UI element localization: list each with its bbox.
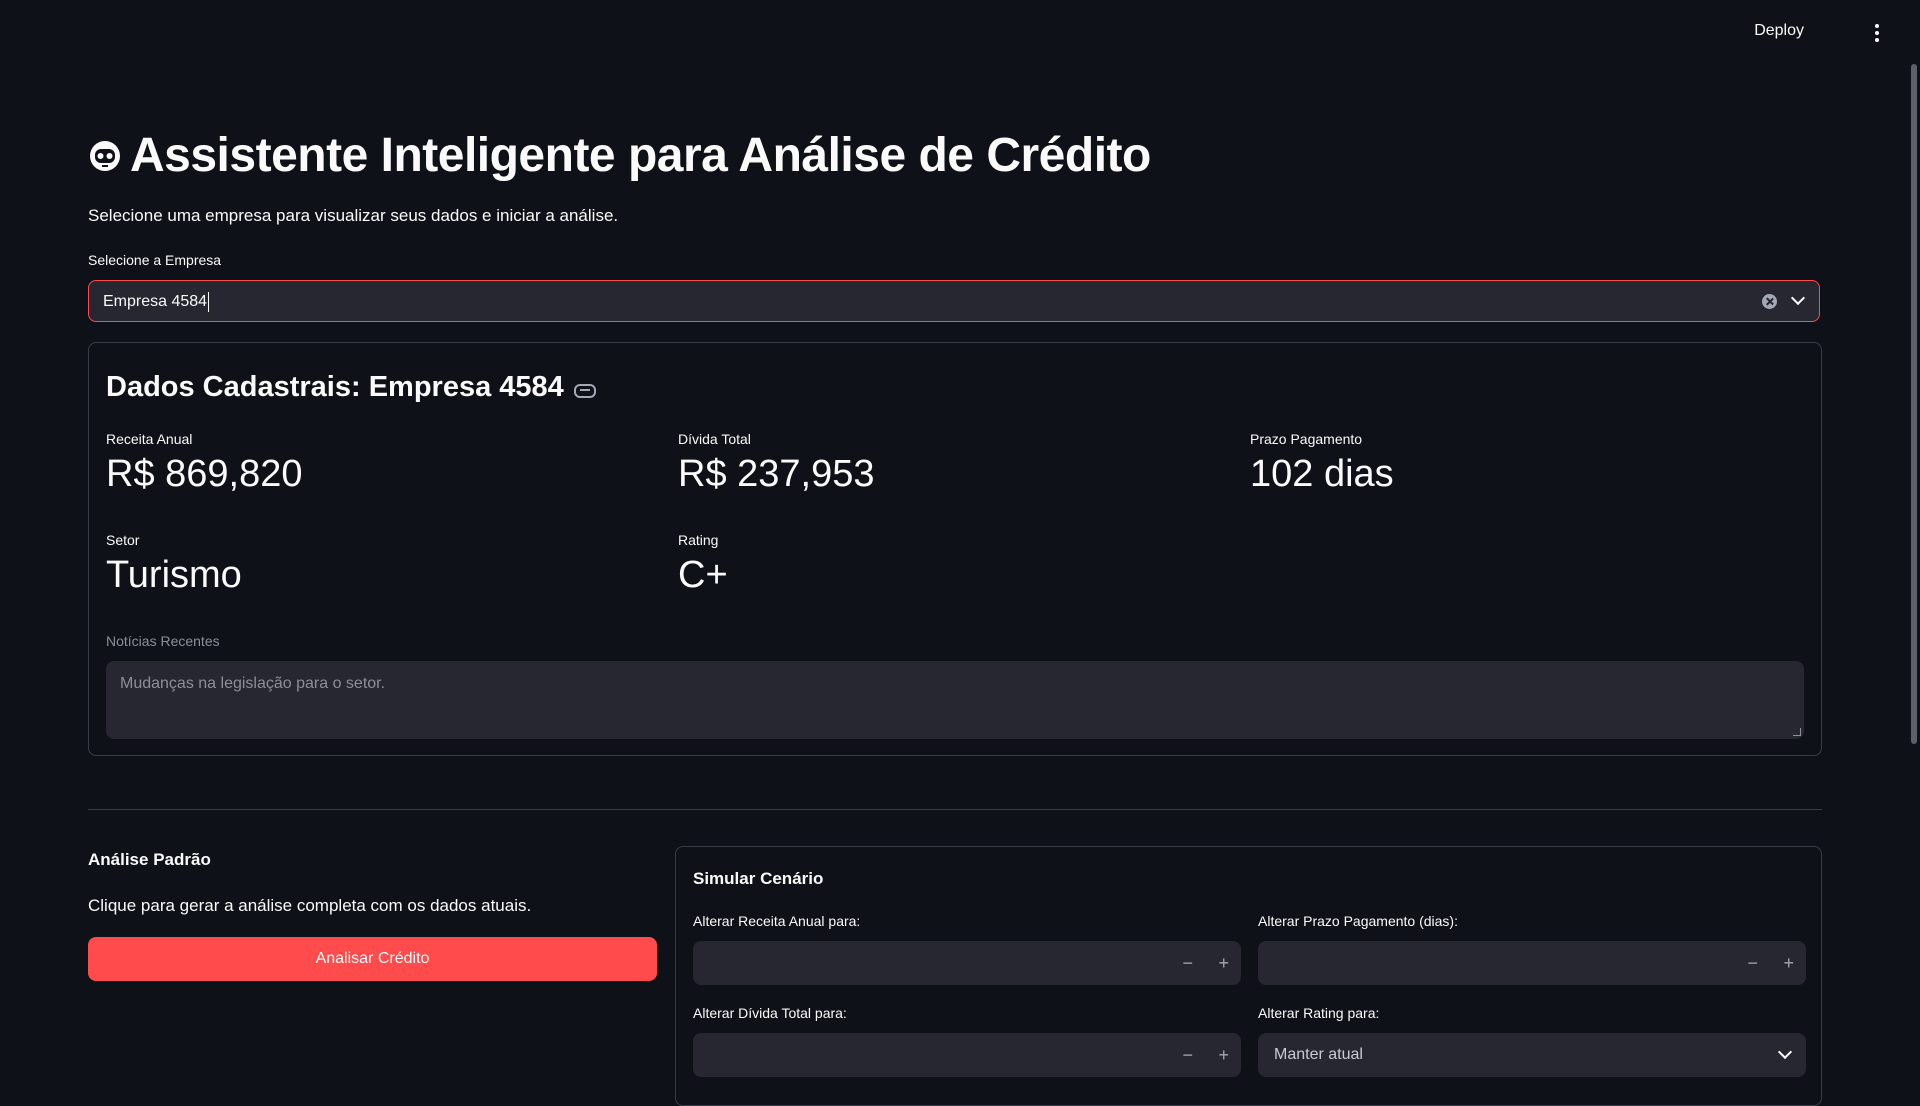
revenue-number-input[interactable]: − + [693, 941, 1241, 985]
clear-icon[interactable] [1762, 294, 1777, 309]
page-subtitle: Selecione uma empresa para visualizar se… [88, 206, 619, 225]
chevron-down-icon[interactable] [1777, 1044, 1793, 1060]
standard-analysis-title: Análise Padrão [88, 850, 211, 869]
debt-field-label: Alterar Dívida Total para: [693, 1005, 847, 1021]
top-toolbar: Deploy [0, 0, 1920, 64]
metric-receita: Receita Anual R$ 869,820 [106, 431, 303, 496]
company-select[interactable]: Empresa 4584 [88, 280, 1820, 322]
chevron-down-icon[interactable] [1790, 290, 1806, 306]
metric-label: Rating [678, 532, 719, 548]
news-text: Mudanças na legislação para o setor. [120, 675, 386, 692]
metric-value: R$ 869,820 [106, 453, 303, 495]
page-scrollbar[interactable] [1910, 64, 1920, 1080]
resize-handle-icon [1793, 728, 1801, 736]
increment-button[interactable]: + [1218, 953, 1229, 974]
anchor-link-icon[interactable] [573, 383, 596, 398]
news-textarea: Mudanças na legislação para o setor. [106, 661, 1804, 739]
metric-value: 102 dias [1250, 453, 1394, 495]
term-field-label: Alterar Prazo Pagamento (dias): [1258, 913, 1458, 929]
simulate-scenario-title: Simular Cenário [693, 869, 824, 888]
card-header: Dados Cadastrais: Empresa 4584 [106, 371, 596, 404]
metric-value: C+ [678, 554, 728, 596]
text-caret [208, 292, 210, 312]
company-select-value[interactable]: Empresa 4584 [103, 292, 210, 312]
section-divider [88, 809, 1822, 810]
metric-label: Prazo Pagamento [1250, 431, 1363, 447]
metric-value: R$ 237,953 [678, 453, 875, 495]
decrement-button[interactable]: − [1182, 1045, 1193, 1066]
increment-button[interactable]: + [1783, 953, 1794, 974]
metric-prazo: Prazo Pagamento 102 dias [1250, 431, 1394, 496]
rating-field-label: Alterar Rating para: [1258, 1005, 1380, 1021]
company-select-label: Selecione a Empresa [88, 252, 222, 268]
debt-number-input[interactable]: − + [693, 1033, 1241, 1077]
news-label: Notícias Recentes [106, 633, 220, 649]
deploy-button[interactable]: Deploy [1754, 22, 1804, 40]
company-data-card: Dados Cadastrais: Empresa 4584 Receita A… [88, 342, 1822, 756]
analyze-credit-button[interactable]: Analisar Crédito [88, 937, 657, 981]
metric-label: Dívida Total [678, 431, 751, 447]
revenue-field-label: Alterar Receita Anual para: [693, 913, 861, 929]
page-header: Assistente Inteligente para Análise de C… [88, 126, 1151, 186]
decrement-button[interactable]: − [1747, 953, 1758, 974]
robot-icon [90, 141, 120, 171]
simulate-scenario-card: Simular Cenário Alterar Receita Anual pa… [675, 846, 1822, 1106]
main-menu-icon[interactable] [1868, 24, 1886, 42]
metric-label: Receita Anual [106, 431, 193, 447]
metric-setor: Setor Turismo [106, 532, 242, 597]
card-heading: Dados Cadastrais: Empresa 4584 [106, 371, 564, 403]
metric-divida: Dívida Total R$ 237,953 [678, 431, 875, 496]
standard-analysis-description: Clique para gerar a análise completa com… [88, 896, 532, 915]
rating-select[interactable]: Manter atual [1258, 1033, 1806, 1077]
rating-select-value[interactable]: Manter atual [1274, 1046, 1363, 1064]
scrollbar-thumb[interactable] [1911, 64, 1917, 744]
metric-label: Setor [106, 532, 140, 548]
increment-button[interactable]: + [1218, 1045, 1229, 1066]
page-title: Assistente Inteligente para Análise de C… [130, 129, 1151, 182]
decrement-button[interactable]: − [1182, 953, 1193, 974]
metric-value: Turismo [106, 554, 242, 596]
term-number-input[interactable]: − + [1258, 941, 1806, 985]
metric-rating: Rating C+ [678, 532, 728, 597]
